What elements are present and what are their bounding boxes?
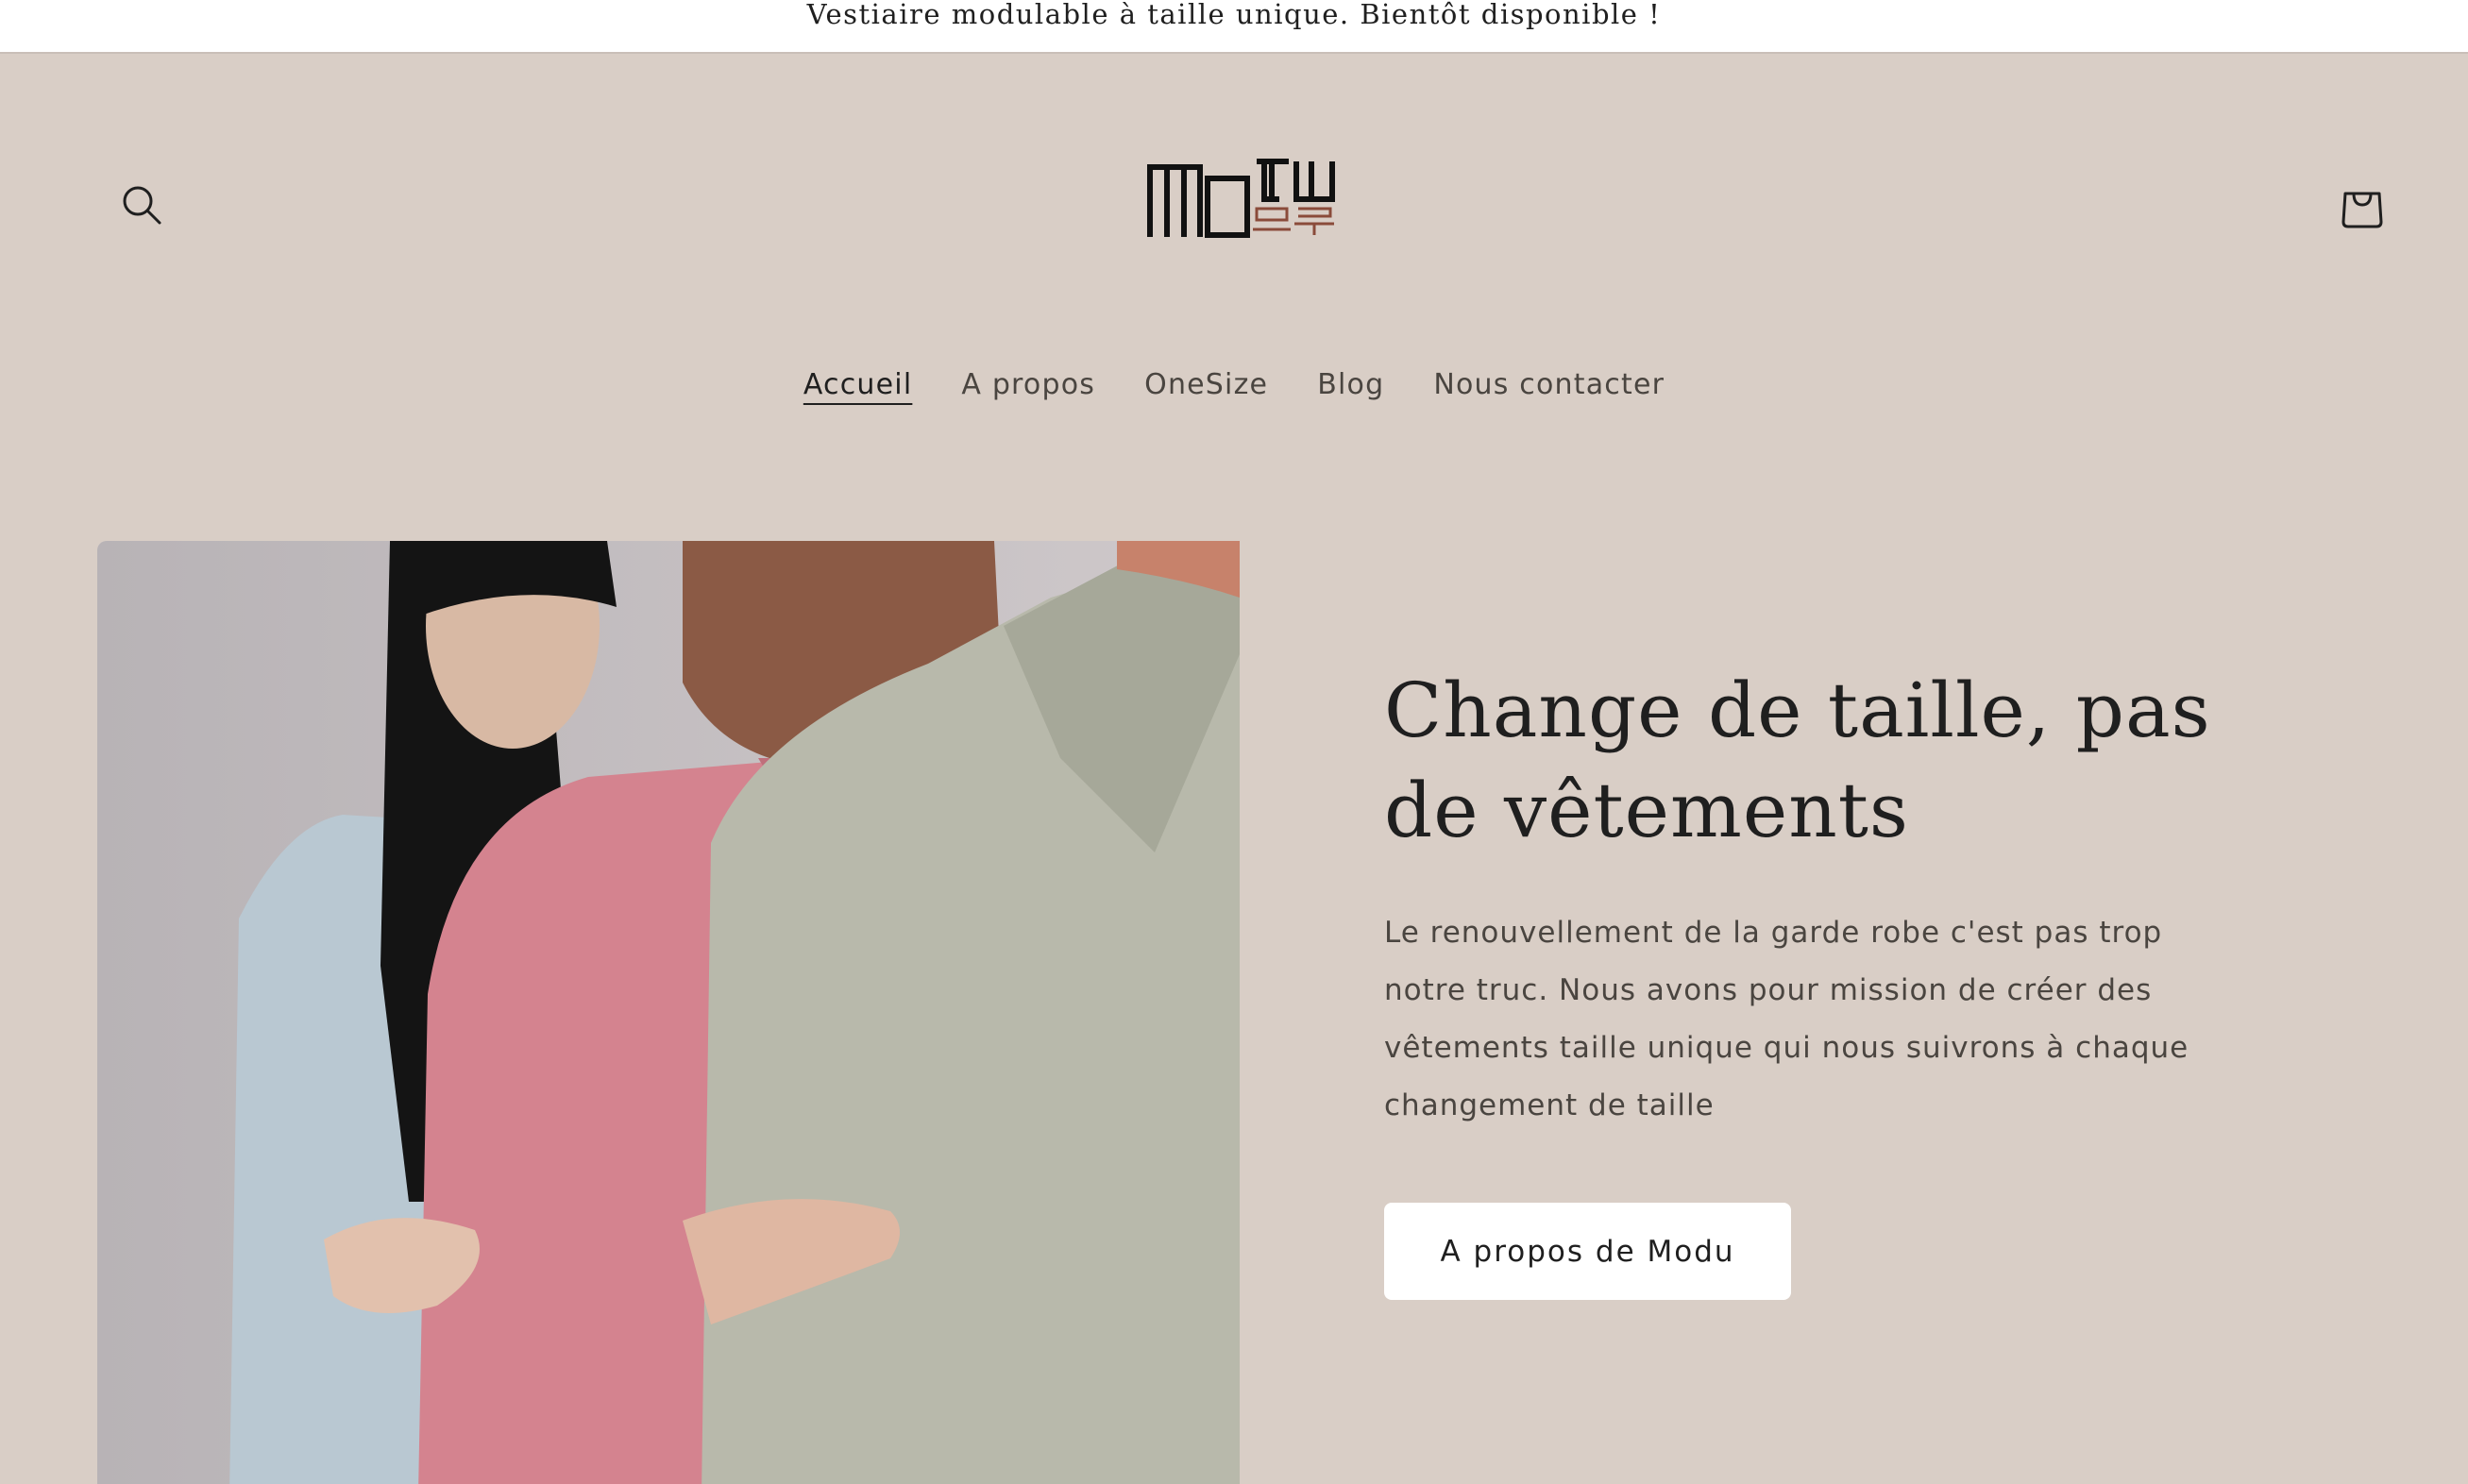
hero-title: Change de taille, pas de vêtements: [1384, 666, 2211, 854]
nav-item-nous-contacter[interactable]: Nous contacter: [1409, 359, 1689, 411]
nav-item-onesize[interactable]: OneSize: [1120, 359, 1293, 411]
nav-item-accueil[interactable]: Accueil: [779, 359, 938, 411]
hero-photo-illustration: [97, 541, 1240, 1484]
bag-icon: [2341, 192, 2383, 228]
search-icon: [123, 186, 161, 225]
hero-image: [97, 541, 1240, 1484]
search-button[interactable]: [109, 172, 175, 238]
about-modu-button[interactable]: A propos de Modu: [1384, 1203, 1791, 1300]
nav-item-blog[interactable]: Blog: [1293, 359, 1409, 411]
hero-content: Change de taille, pas de vêtements Le re…: [1384, 661, 2309, 1300]
main-navigation: Accueil A propos OneSize Blog Nous conta…: [0, 351, 2468, 417]
announcement-text: Vestiaire modulable à taille unique. Bie…: [806, 0, 1662, 30]
hero-description: Le renouvellement de la garde robe c'est…: [1384, 916, 2189, 1122]
announcement-bar: Vestiaire modulable à taille unique. Bie…: [0, 0, 2468, 54]
modu-logo[interactable]: [1086, 104, 1397, 293]
modu-logo-mark: [1147, 159, 1335, 238]
nav-item-a-propos[interactable]: A propos: [937, 359, 1120, 411]
cart-button[interactable]: [2329, 172, 2395, 238]
